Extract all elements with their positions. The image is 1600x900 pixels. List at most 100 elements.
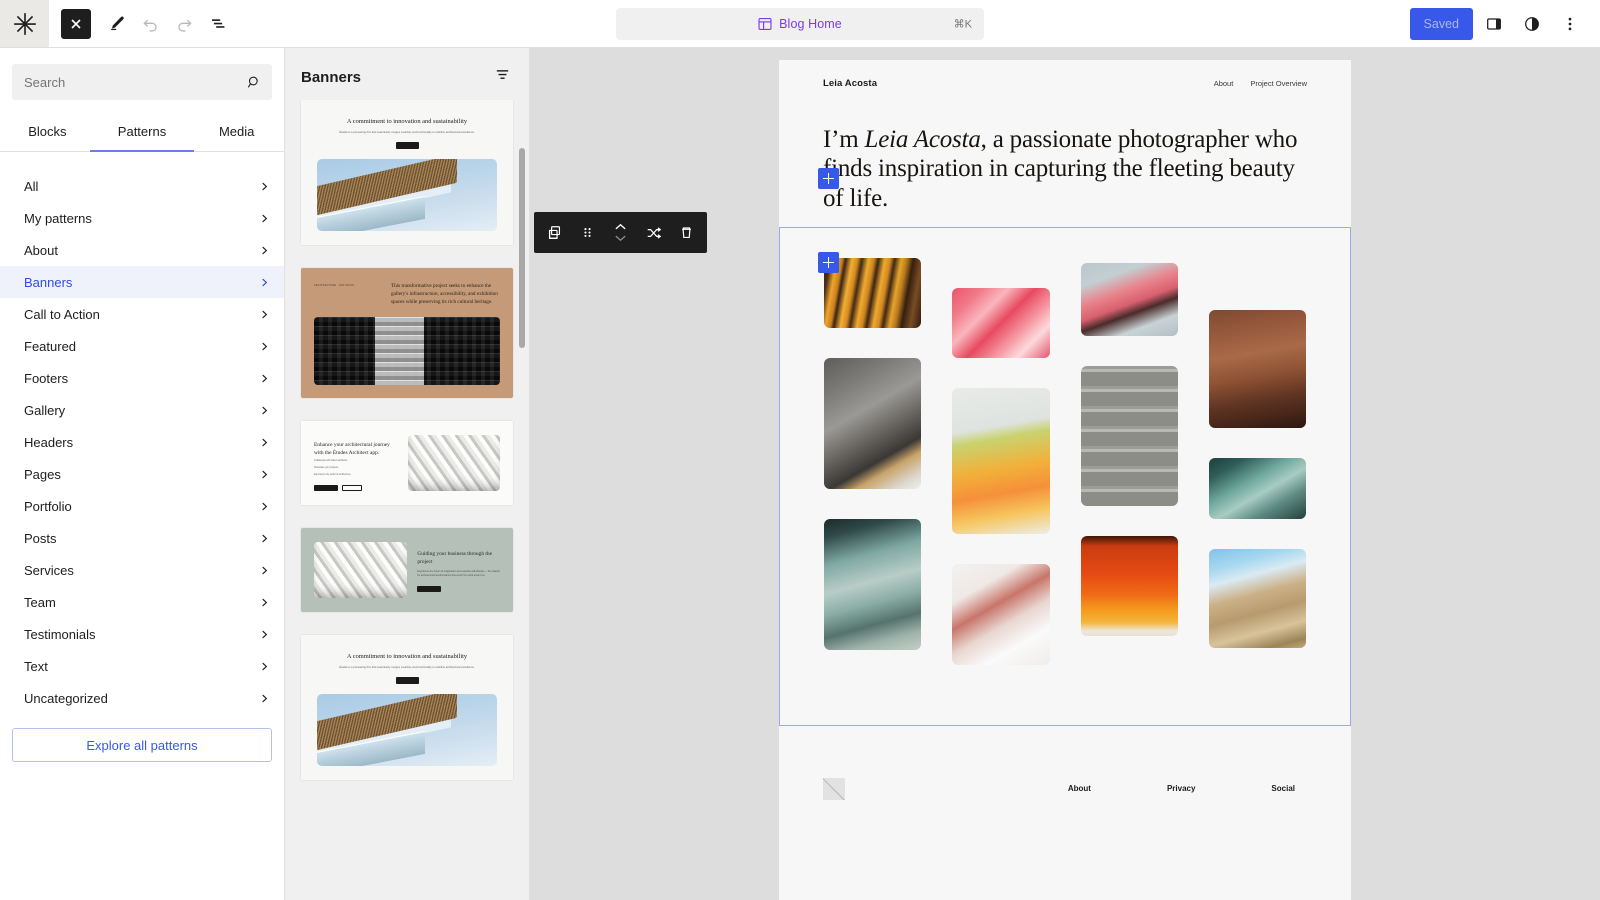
category-label: Portfolio — [24, 500, 72, 513]
pattern-button — [417, 586, 441, 593]
block-inserter-bottom[interactable] — [818, 252, 839, 273]
category-item-about[interactable]: About — [0, 234, 284, 266]
pattern-body: Études is a pioneering firm that seamles… — [317, 131, 497, 135]
pattern-button-primary — [314, 485, 338, 492]
undo-button[interactable] — [133, 7, 167, 41]
more-options-button[interactable] — [1553, 7, 1587, 41]
category-label: Pages — [24, 468, 61, 481]
category-item-posts[interactable]: Posts — [0, 522, 284, 554]
chevron-right-icon — [259, 469, 270, 480]
pattern-body: Experience the fusion of imagination and… — [417, 570, 500, 578]
pattern-card[interactable]: A commitment to innovation and sustainab… — [301, 635, 513, 780]
pattern-bullet: Showcase your projects — [314, 467, 398, 471]
shuffle-pattern-button[interactable] — [637, 212, 670, 253]
chevron-right-icon — [259, 597, 270, 608]
pattern-card[interactable]: Enhance your architectural journey with … — [301, 421, 513, 505]
tab-blocks[interactable]: Blocks — [0, 112, 95, 151]
gallery-image-teal-curtains[interactable] — [824, 519, 921, 650]
explore-all-patterns-button[interactable]: Explore all patterns — [12, 728, 272, 762]
inserter-tabs: Blocks Patterns Media — [0, 112, 284, 152]
image-placeholder-icon — [823, 778, 845, 800]
pattern-card[interactable]: ARCHITECTURE · ESTUDIOS This transformat… — [301, 268, 513, 398]
category-item-pages[interactable]: Pages — [0, 458, 284, 490]
search-icon — [247, 75, 262, 90]
site-preview-page[interactable]: Leia Acosta About Project Overview I’m L… — [779, 60, 1351, 900]
nav-link-about[interactable]: About — [1214, 79, 1234, 88]
gallery-image-white-cactus-flower[interactable] — [952, 564, 1049, 665]
wordpress-logo-button[interactable] — [0, 0, 49, 47]
tab-media[interactable]: Media — [189, 112, 284, 151]
gallery-image-bicycles-orange-wall[interactable] — [1081, 536, 1178, 636]
category-item-portfolio[interactable]: Portfolio — [0, 490, 284, 522]
patterns-scrollbar[interactable] — [519, 148, 525, 900]
gallery-image-pink-dahlia[interactable] — [952, 288, 1049, 358]
category-item-services[interactable]: Services — [0, 554, 284, 586]
delete-block-button[interactable] — [670, 212, 703, 253]
pattern-image-building-canopy — [317, 159, 497, 231]
category-item-featured[interactable]: Featured — [0, 330, 284, 362]
pattern-card[interactable]: Guiding your business through the projec… — [301, 528, 513, 612]
pattern-image-building-canopy — [317, 694, 497, 766]
chevron-right-icon — [259, 405, 270, 416]
hero-prefix: I’m — [823, 126, 865, 153]
category-item-my-patterns[interactable]: My patterns — [0, 202, 284, 234]
patterns-scroll-area[interactable]: A commitment to innovation and sustainab… — [285, 100, 529, 900]
gallery-block-selected[interactable] — [779, 227, 1351, 726]
close-editor-button[interactable] — [61, 9, 91, 39]
hero-heading-block[interactable]: I’m Leia Acosta, a passionate photograph… — [779, 89, 1351, 227]
redo-button[interactable] — [167, 7, 201, 41]
gallery-image-teal-misty-water[interactable] — [1209, 458, 1306, 519]
command-bar[interactable]: Blog Home ⌘K — [616, 8, 984, 40]
tab-patterns[interactable]: Patterns — [95, 112, 190, 151]
chevron-right-icon — [259, 565, 270, 576]
drag-handle-icon — [579, 224, 596, 241]
category-item-gallery[interactable]: Gallery — [0, 394, 284, 426]
search-box[interactable] — [12, 64, 272, 100]
site-brand[interactable]: Leia Acosta — [823, 78, 877, 89]
gallery-image-concrete-stairs[interactable] — [1081, 366, 1178, 506]
editor-top-bar: Blog Home ⌘K Saved — [0, 0, 1600, 48]
settings-sidebar-toggle[interactable] — [1477, 7, 1511, 41]
footer-link-about[interactable]: About — [1068, 784, 1091, 793]
gallery-image-gaudi-architecture[interactable] — [1209, 549, 1306, 648]
footer-link-privacy[interactable]: Privacy — [1167, 784, 1195, 793]
gallery-image-grey-interior[interactable] — [824, 358, 921, 489]
styles-button[interactable] — [1515, 7, 1549, 41]
duplicate-block-button[interactable] — [538, 212, 571, 253]
category-item-call-to-action[interactable]: Call to Action — [0, 298, 284, 330]
category-label: Featured — [24, 340, 76, 353]
category-item-testimonials[interactable]: Testimonials — [0, 618, 284, 650]
move-up-down-button[interactable] — [604, 212, 637, 253]
chevron-right-icon — [259, 501, 270, 512]
category-item-banners[interactable]: Banners — [0, 266, 284, 298]
category-item-all[interactable]: All — [0, 170, 284, 202]
gallery-image-orange-tulip[interactable] — [952, 388, 1049, 534]
drag-handle-button[interactable] — [571, 212, 604, 253]
edit-mode-button[interactable] — [99, 7, 133, 41]
category-item-headers[interactable]: Headers — [0, 426, 284, 458]
editor-body: Blocks Patterns Media All My patterns Ab… — [0, 48, 1600, 900]
command-bar-label: Blog Home — [779, 17, 842, 31]
patterns-scrollbar-thumb[interactable] — [519, 148, 525, 348]
site-navigation: About Project Overview — [1214, 79, 1307, 88]
list-view-button[interactable] — [201, 7, 235, 41]
footer-link-social[interactable]: Social — [1271, 784, 1295, 793]
nav-link-project-overview[interactable]: Project Overview — [1250, 79, 1307, 88]
save-button[interactable]: Saved — [1410, 8, 1473, 40]
chevron-right-icon — [259, 245, 270, 256]
category-label: Footers — [24, 372, 68, 385]
patterns-preview-panel: Banners A commitment to innovation — [285, 48, 530, 900]
gallery-image-magnolia-branch[interactable] — [1081, 263, 1178, 336]
pattern-filter-button[interactable] — [494, 66, 511, 88]
search-input[interactable] — [24, 75, 247, 90]
category-item-uncategorized[interactable]: Uncategorized — [0, 682, 284, 714]
category-item-team[interactable]: Team — [0, 586, 284, 618]
pattern-card[interactable]: A commitment to innovation and sustainab… — [301, 100, 513, 245]
category-item-text[interactable]: Text — [0, 650, 284, 682]
block-inserter-top[interactable] — [818, 168, 839, 189]
category-label: Gallery — [24, 404, 65, 417]
category-item-footers[interactable]: Footers — [0, 362, 284, 394]
search-container — [0, 48, 284, 100]
gallery-image-terracotta-wall[interactable] — [1209, 310, 1306, 428]
image-masonry-grid — [824, 258, 1306, 665]
